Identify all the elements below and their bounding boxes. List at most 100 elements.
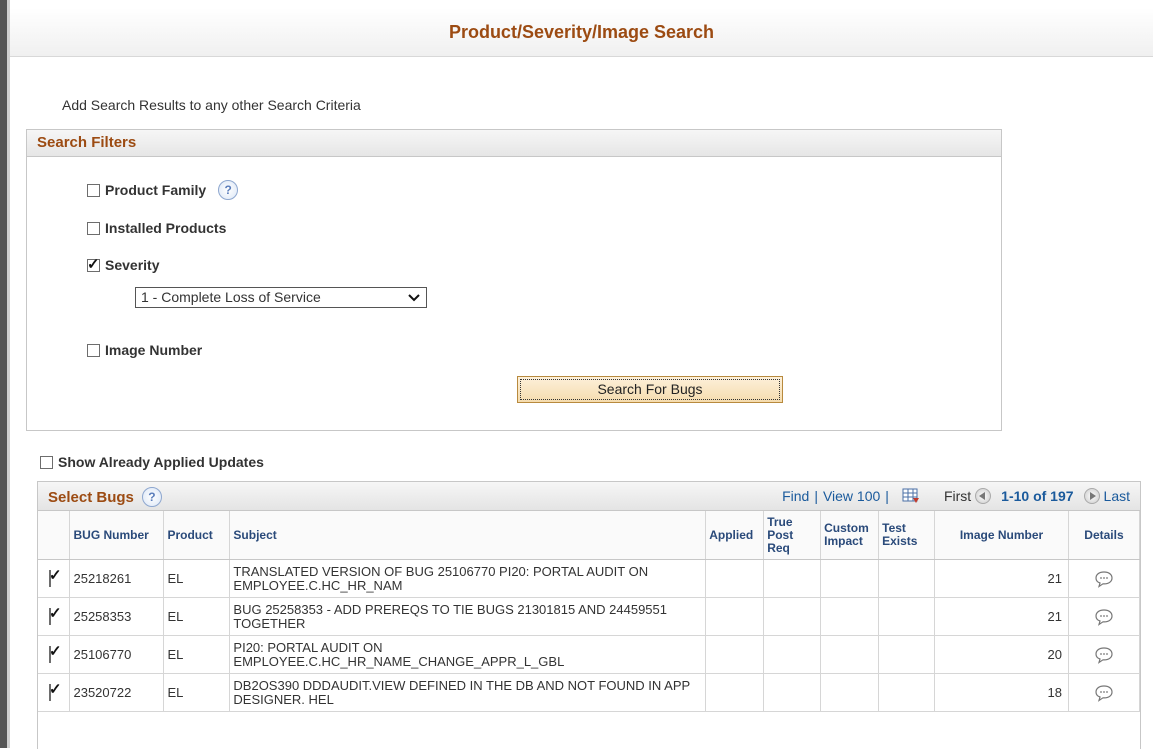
true-post-req-cell bbox=[763, 635, 822, 674]
search-filters-heading: Search Filters bbox=[27, 130, 1001, 157]
applied-header[interactable]: Applied bbox=[705, 511, 765, 560]
select-bugs-grid: Select Bugs ? Find | View 100 | First 1-… bbox=[37, 481, 1141, 749]
severity-select-value: 1 - Complete Loss of Service bbox=[141, 289, 321, 305]
subject-header[interactable]: Subject bbox=[229, 511, 707, 560]
previous-icon[interactable] bbox=[975, 488, 992, 504]
download-grid-icon[interactable] bbox=[902, 488, 920, 504]
help-icon[interactable]: ? bbox=[141, 487, 162, 507]
test-exists-header[interactable]: Test Exists bbox=[878, 511, 936, 560]
true-post-req-cell bbox=[763, 673, 822, 712]
product-cell: EL bbox=[163, 635, 231, 674]
table-header-row: BUG Number Product Subject Applied True … bbox=[38, 511, 1140, 560]
search-for-bugs-button[interactable]: Search For Bugs bbox=[517, 376, 783, 403]
severity-row: Severity bbox=[87, 255, 160, 273]
image-number-cell: 21 bbox=[934, 597, 1069, 636]
window-left-edge bbox=[0, 0, 7, 748]
custom-impact-cell bbox=[820, 673, 880, 712]
separator: | bbox=[885, 488, 889, 504]
table-row: 25258353 EL BUG 25258353 - ADD PREREQS T… bbox=[38, 597, 1140, 636]
image-number-cell: 20 bbox=[934, 635, 1069, 674]
custom-impact-header[interactable]: Custom Impact bbox=[820, 511, 880, 560]
row-checkbox[interactable] bbox=[49, 608, 51, 625]
installed-products-row: Installed Products bbox=[87, 220, 226, 236]
custom-impact-cell bbox=[820, 635, 880, 674]
image-number-header[interactable]: Image Number bbox=[934, 511, 1069, 560]
last-link[interactable]: Last bbox=[1104, 488, 1130, 504]
applied-cell bbox=[705, 597, 765, 636]
grid-header-bar: Select Bugs ? Find | View 100 | First 1-… bbox=[38, 482, 1140, 511]
product-header[interactable]: Product bbox=[163, 511, 231, 560]
details-header: Details bbox=[1068, 511, 1140, 560]
table-row: 23520722 EL DB2OS390 DDDAUDIT.VIEW DEFIN… bbox=[38, 673, 1140, 712]
page-header: Product/Severity/Image Search bbox=[10, 8, 1153, 57]
applied-cell bbox=[705, 673, 765, 712]
true-post-req-cell bbox=[763, 597, 822, 636]
bug-number-cell: 25218261 bbox=[69, 559, 165, 598]
details-cell bbox=[1068, 635, 1140, 674]
row-select-cell bbox=[38, 673, 71, 712]
table-row: 25106770 EL PI20: PORTAL AUDIT ON EMPLOY… bbox=[38, 635, 1140, 674]
test-exists-cell bbox=[878, 559, 936, 598]
product-cell: EL bbox=[163, 559, 231, 598]
bugs-table: BUG Number Product Subject Applied True … bbox=[38, 511, 1140, 712]
bug-number-cell: 25258353 bbox=[69, 597, 165, 636]
bug-number-cell: 25106770 bbox=[69, 635, 165, 674]
image-number-cell: 21 bbox=[934, 559, 1069, 598]
details-bubble-icon[interactable] bbox=[1094, 684, 1114, 702]
product-family-row: Product Family ? bbox=[87, 180, 239, 200]
first-label[interactable]: First bbox=[944, 488, 971, 504]
details-cell bbox=[1068, 559, 1140, 598]
search-filters-panel: Search Filters Product Family ? Installe… bbox=[26, 129, 1002, 431]
next-icon[interactable] bbox=[1083, 488, 1100, 504]
subject-cell: DB2OS390 DDDAUDIT.VIEW DEFINED IN THE DB… bbox=[229, 673, 707, 712]
row-select-cell bbox=[38, 635, 71, 674]
show-applied-checkbox[interactable] bbox=[40, 455, 53, 469]
help-icon[interactable]: ? bbox=[218, 180, 239, 200]
true-post-req-cell bbox=[763, 559, 822, 598]
applied-cell bbox=[705, 559, 765, 598]
details-bubble-icon[interactable] bbox=[1094, 608, 1114, 626]
details-bubble-icon[interactable] bbox=[1094, 646, 1114, 664]
severity-label: Severity bbox=[105, 257, 160, 273]
image-number-checkbox[interactable] bbox=[87, 343, 100, 357]
select-column-header bbox=[38, 511, 71, 560]
bug-number-header[interactable]: BUG Number bbox=[69, 511, 165, 560]
window-left-border bbox=[7, 0, 10, 748]
page-title: Product/Severity/Image Search bbox=[448, 22, 715, 42]
subject-cell: TRANSLATED VERSION OF BUG 25106770 PI20:… bbox=[229, 559, 707, 598]
product-cell: EL bbox=[163, 673, 231, 712]
row-checkbox[interactable] bbox=[49, 646, 51, 663]
product-family-checkbox[interactable] bbox=[87, 183, 100, 197]
image-number-label: Image Number bbox=[105, 342, 203, 358]
row-count: 1-10 of 197 bbox=[1001, 488, 1074, 504]
show-applied-label: Show Already Applied Updates bbox=[58, 454, 264, 470]
installed-products-checkbox[interactable] bbox=[87, 221, 100, 235]
product-family-label: Product Family bbox=[105, 182, 207, 198]
image-number-cell: 18 bbox=[934, 673, 1069, 712]
installed-products-label: Installed Products bbox=[105, 220, 227, 236]
details-cell bbox=[1068, 597, 1140, 636]
row-checkbox[interactable] bbox=[49, 684, 51, 701]
row-checkbox[interactable] bbox=[49, 570, 51, 587]
test-exists-cell bbox=[878, 597, 936, 636]
intro-text: Add Search Results to any other Search C… bbox=[62, 97, 361, 113]
severity-select[interactable]: 1 - Complete Loss of Service bbox=[135, 287, 427, 308]
show-applied-row: Show Already Applied Updates bbox=[40, 454, 264, 470]
details-bubble-icon[interactable] bbox=[1094, 570, 1114, 588]
bug-number-cell: 23520722 bbox=[69, 673, 165, 712]
grid-title: Select Bugs ? bbox=[48, 487, 162, 507]
separator: | bbox=[814, 488, 818, 504]
product-cell: EL bbox=[163, 597, 231, 636]
view-100-link[interactable]: View 100 bbox=[823, 488, 880, 504]
subject-cell: PI20: PORTAL AUDIT ON EMPLOYEE.C.HC_HR_N… bbox=[229, 635, 707, 674]
find-link[interactable]: Find bbox=[782, 488, 809, 504]
details-cell bbox=[1068, 673, 1140, 712]
custom-impact-cell bbox=[820, 559, 880, 598]
row-select-cell bbox=[38, 597, 71, 636]
test-exists-cell bbox=[878, 635, 936, 674]
custom-impact-cell bbox=[820, 597, 880, 636]
table-row: 25218261 EL TRANSLATED VERSION OF BUG 25… bbox=[38, 559, 1140, 598]
applied-cell bbox=[705, 635, 765, 674]
severity-checkbox[interactable] bbox=[87, 255, 100, 273]
true-post-req-header[interactable]: True Post Req bbox=[763, 511, 822, 560]
